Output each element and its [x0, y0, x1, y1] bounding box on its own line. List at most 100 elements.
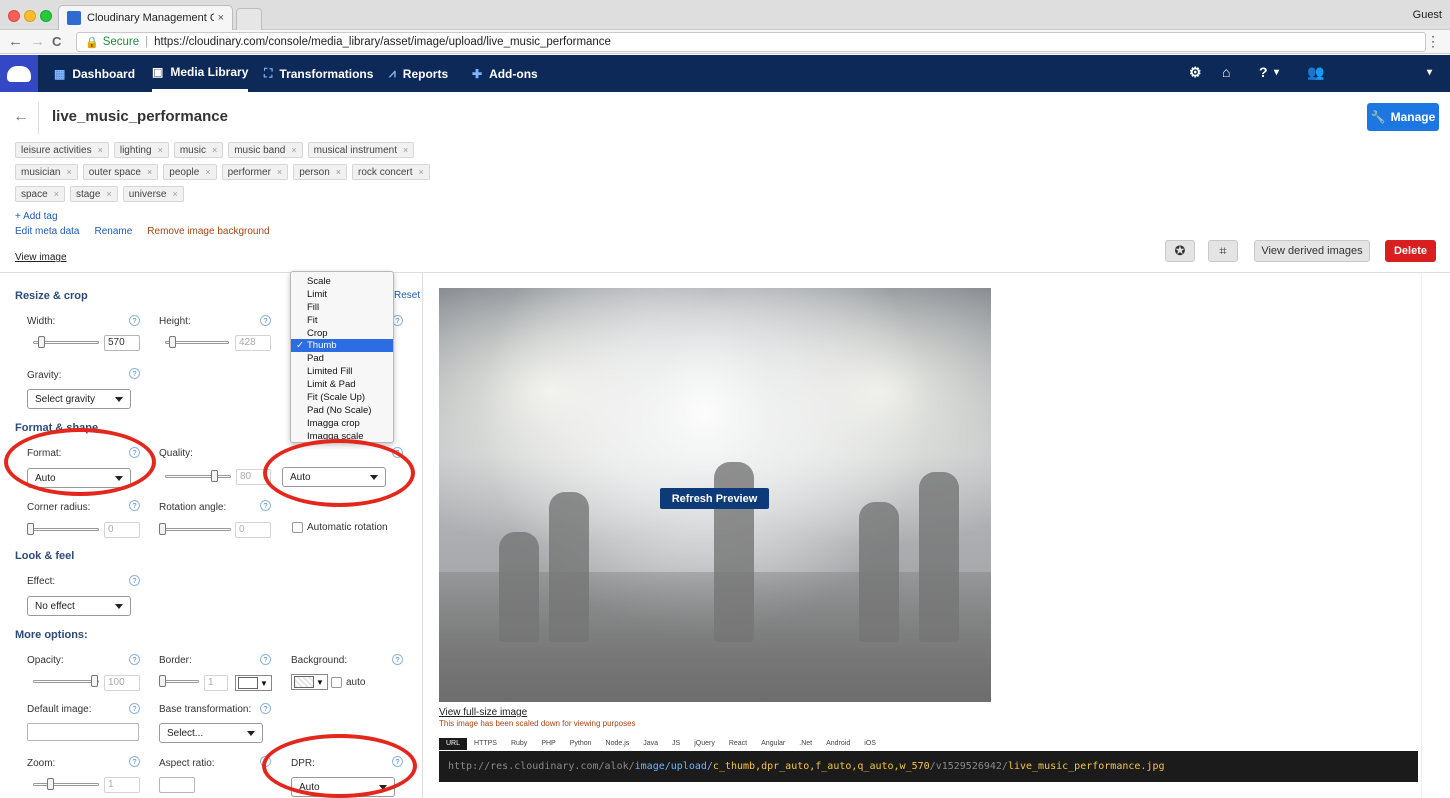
code-tab[interactable]: HTTPS: [467, 738, 504, 750]
crop-mode-option[interactable]: ✓ Thumb: [291, 339, 393, 353]
height-slider-handle[interactable]: [169, 336, 177, 348]
width-slider[interactable]: [33, 335, 99, 349]
tag-remove-icon[interactable]: ×: [173, 189, 178, 199]
tag-remove-icon[interactable]: ×: [419, 167, 424, 177]
opacity-slider[interactable]: [33, 674, 99, 688]
height-help-icon[interactable]: ?: [260, 315, 271, 326]
url-input[interactable]: 🔒 Secure | https://cloudinary.com/consol…: [76, 32, 1426, 52]
reset-link[interactable]: Reset: [394, 290, 420, 301]
tag-remove-icon[interactable]: ×: [403, 145, 408, 155]
gravity-select[interactable]: Select gravity: [27, 389, 131, 409]
code-tab[interactable]: Android: [819, 738, 857, 750]
nav-dashboard[interactable]: ▦ Dashboard: [54, 55, 135, 92]
border-width-input[interactable]: 1: [204, 675, 228, 691]
account-chevron-down-icon[interactable]: ▾: [1427, 67, 1432, 78]
view-full-size-link[interactable]: View full-size image: [439, 707, 527, 718]
nav-media-library[interactable]: ▣ Media Library: [152, 55, 249, 92]
window-minimize-button[interactable]: [24, 10, 36, 22]
cloudinary-logo-icon[interactable]: [0, 55, 38, 92]
crop-mode-option[interactable]: Limit: [291, 288, 393, 301]
tag-remove-icon[interactable]: ×: [291, 145, 296, 155]
zoom-slider[interactable]: [33, 777, 99, 791]
width-help-icon[interactable]: ?: [129, 315, 140, 326]
tag-remove-icon[interactable]: ×: [158, 145, 163, 155]
crop-mode-option[interactable]: Fit (Scale Up): [291, 391, 393, 404]
default-image-help-icon[interactable]: ?: [129, 703, 140, 714]
academy-icon[interactable]: ⌂: [1222, 64, 1230, 80]
automatic-rotation-checkbox[interactable]: [292, 522, 303, 533]
corner-radius-help-icon[interactable]: ?: [129, 500, 140, 511]
code-tab[interactable]: Java: [636, 738, 665, 750]
account-users-icon[interactable]: 👥: [1307, 64, 1324, 81]
code-tab[interactable]: PHP: [534, 738, 562, 750]
quality-slider-handle[interactable]: [211, 470, 219, 482]
zoom-slider-handle[interactable]: [47, 778, 54, 790]
view-image-link[interactable]: View image: [15, 252, 67, 263]
crop-mode-option[interactable]: Fill: [291, 301, 393, 314]
zoom-help-icon[interactable]: ?: [129, 756, 140, 767]
reload-icon[interactable]: C: [52, 33, 61, 51]
effect-select[interactable]: No effect: [27, 596, 131, 616]
corner-radius-slider[interactable]: [27, 522, 99, 536]
base-transformation-help-icon[interactable]: ?: [260, 703, 271, 714]
code-tab[interactable]: Python: [563, 738, 599, 750]
help-chevron-down-icon[interactable]: ▾: [1274, 67, 1279, 78]
nav-reports[interactable]: ⩘ Reports: [389, 55, 448, 92]
rename-link[interactable]: Rename: [94, 226, 132, 237]
window-close-button[interactable]: [8, 10, 20, 22]
tag-remove-icon[interactable]: ×: [66, 167, 71, 177]
height-slider[interactable]: [165, 335, 229, 349]
zoom-input[interactable]: 1: [104, 777, 140, 793]
tab-close-icon[interactable]: ×: [218, 12, 224, 24]
opacity-input[interactable]: 100: [104, 675, 140, 691]
tag-remove-icon[interactable]: ×: [106, 189, 111, 199]
rotation-input[interactable]: 0: [235, 522, 271, 538]
corner-radius-input[interactable]: 0: [104, 522, 140, 538]
nav-add-ons[interactable]: ✚ Add-ons: [472, 55, 538, 92]
opacity-slider-handle[interactable]: [91, 675, 98, 687]
code-tab[interactable]: iOS: [857, 738, 883, 750]
forward-arrow-icon[interactable]: →: [30, 33, 45, 51]
award-button[interactable]: ✪: [1165, 240, 1195, 262]
crop-mode-option[interactable]: Imagga crop: [291, 417, 393, 430]
tag-remove-icon[interactable]: ×: [147, 167, 152, 177]
nav-transformations[interactable]: ⛶ Transformations: [264, 55, 373, 92]
crop-mode-option[interactable]: Limited Fill: [291, 365, 393, 378]
settings-gear-icon[interactable]: ⚙: [1189, 64, 1202, 81]
code-tab[interactable]: React: [722, 738, 754, 750]
border-slider[interactable]: [159, 674, 199, 688]
background-color-picker[interactable]: ▼: [291, 674, 328, 690]
crop-mode-option[interactable]: Limit & Pad: [291, 378, 393, 391]
height-input[interactable]: 428: [235, 335, 271, 351]
border-slider-handle[interactable]: [159, 675, 166, 687]
crop-mode-option[interactable]: Pad (No Scale): [291, 404, 393, 417]
code-tab[interactable]: JS: [665, 738, 687, 750]
remove-background-link[interactable]: Remove image background: [147, 226, 269, 237]
crop-mode-option[interactable]: Fit: [291, 314, 393, 327]
code-tab[interactable]: Node.js: [599, 738, 637, 750]
crop-mode-option[interactable]: Scale: [291, 275, 393, 288]
code-tab[interactable]: .Net: [792, 738, 819, 750]
opacity-help-icon[interactable]: ?: [129, 654, 140, 665]
quality-slider[interactable]: [165, 469, 231, 483]
refresh-preview-button[interactable]: Refresh Preview: [660, 488, 769, 509]
delivery-url-box[interactable]: http://res.cloudinary.com/alok/image/upl…: [439, 751, 1418, 782]
background-auto-checkbox[interactable]: [331, 677, 342, 688]
browser-tab[interactable]: Cloudinary Management Cons ×: [58, 5, 233, 30]
browser-menu-icon[interactable]: ⋮: [1426, 33, 1440, 50]
code-tab[interactable]: Angular: [754, 738, 792, 750]
back-arrow-icon[interactable]: ←: [13, 108, 29, 126]
rotation-help-icon[interactable]: ?: [260, 500, 271, 511]
view-derived-images-button[interactable]: View derived images: [1254, 240, 1370, 262]
edit-meta-data-link[interactable]: Edit meta data: [15, 226, 79, 237]
background-help-icon[interactable]: ?: [392, 654, 403, 665]
effect-help-icon[interactable]: ?: [129, 575, 140, 586]
rotation-slider-handle[interactable]: [159, 523, 166, 535]
help-icon[interactable]: ?: [1259, 64, 1268, 80]
delete-button[interactable]: Delete: [1385, 240, 1436, 262]
aspect-ratio-input[interactable]: [159, 777, 195, 793]
crop-mode-option[interactable]: Crop: [291, 327, 393, 340]
guest-profile[interactable]: Guest: [1413, 9, 1442, 21]
width-input[interactable]: 570: [104, 335, 140, 351]
back-arrow-icon[interactable]: ←: [8, 33, 23, 51]
